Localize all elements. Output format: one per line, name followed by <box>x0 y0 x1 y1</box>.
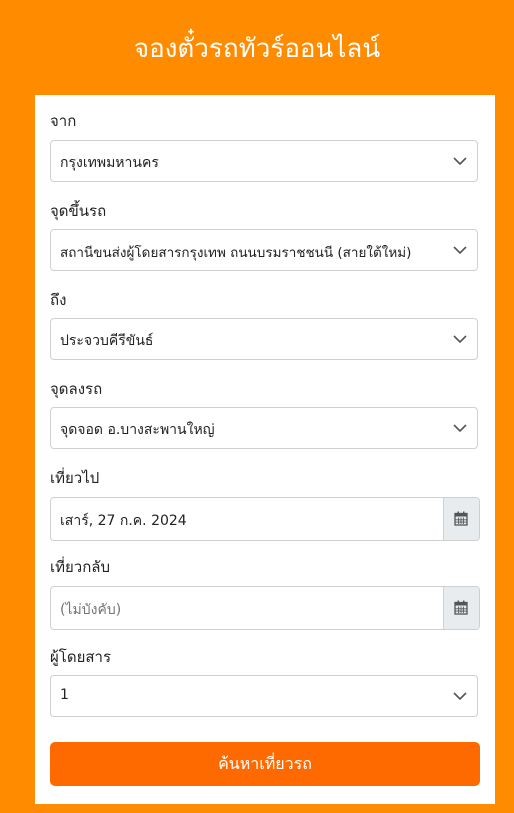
return-date-placeholder: (ไม่บังคับ) <box>60 602 122 618</box>
chevron-down-icon <box>453 335 467 344</box>
to-value: ประจวบคีรีขันธ์ <box>60 333 154 349</box>
calendar-icon <box>454 511 468 526</box>
depart-date-field[interactable]: เสาร์, 27 ก.ค. 2024 <box>50 497 480 541</box>
dropoff-select[interactable]: จุดจอด อ.บางสะพานใหญ่ <box>50 407 478 449</box>
passengers-value: 1 <box>60 687 69 703</box>
passengers-label: ผู้โดยสาร <box>50 648 112 666</box>
pickup-select[interactable]: สถานีขนส่งผู้โดยสารกรุงเทพ ถนนบรมราชชนนี… <box>50 229 478 271</box>
page-title: จองตั๋วรถทัวร์ออนไลน์ <box>133 34 381 64</box>
passengers-select[interactable]: 1 <box>50 675 478 717</box>
from-label: จาก <box>50 112 77 130</box>
chevron-down-icon <box>453 246 467 255</box>
dropoff-value: จุดจอด อ.บางสะพานใหญ่ <box>60 422 215 438</box>
depart-date-value: เสาร์, 27 ก.ค. 2024 <box>60 513 187 529</box>
pickup-value: สถานีขนส่งผู้โดยสารกรุงเทพ ถนนบรมราชชนนี… <box>60 245 412 261</box>
depart-label: เที่ยวไป <box>50 469 100 487</box>
return-label: เที่ยวกลับ <box>50 558 111 576</box>
search-trips-button[interactable]: ค้นหาเที่ยวรถ <box>50 742 480 786</box>
calendar-icon <box>454 600 468 615</box>
from-select[interactable]: กรุงเทพมหานคร <box>50 140 478 182</box>
pickup-label: จุดขึ้นรถ <box>50 202 107 220</box>
dropoff-label: จุดลงรถ <box>50 380 103 398</box>
depart-calendar-button[interactable] <box>443 498 479 540</box>
chevron-down-icon <box>453 692 467 701</box>
to-select[interactable]: ประจวบคีรีขันธ์ <box>50 318 478 360</box>
chevron-down-icon <box>453 157 467 166</box>
from-value: กรุงเทพมหานคร <box>60 155 159 171</box>
chevron-down-icon <box>453 424 467 433</box>
return-date-field[interactable]: (ไม่บังคับ) <box>50 586 480 630</box>
booking-form: จาก กรุงเทพมหานคร จุดขึ้นรถ สถานีขนส่งผู… <box>35 95 495 804</box>
to-label: ถึง <box>50 291 67 309</box>
return-calendar-button[interactable] <box>443 587 479 629</box>
